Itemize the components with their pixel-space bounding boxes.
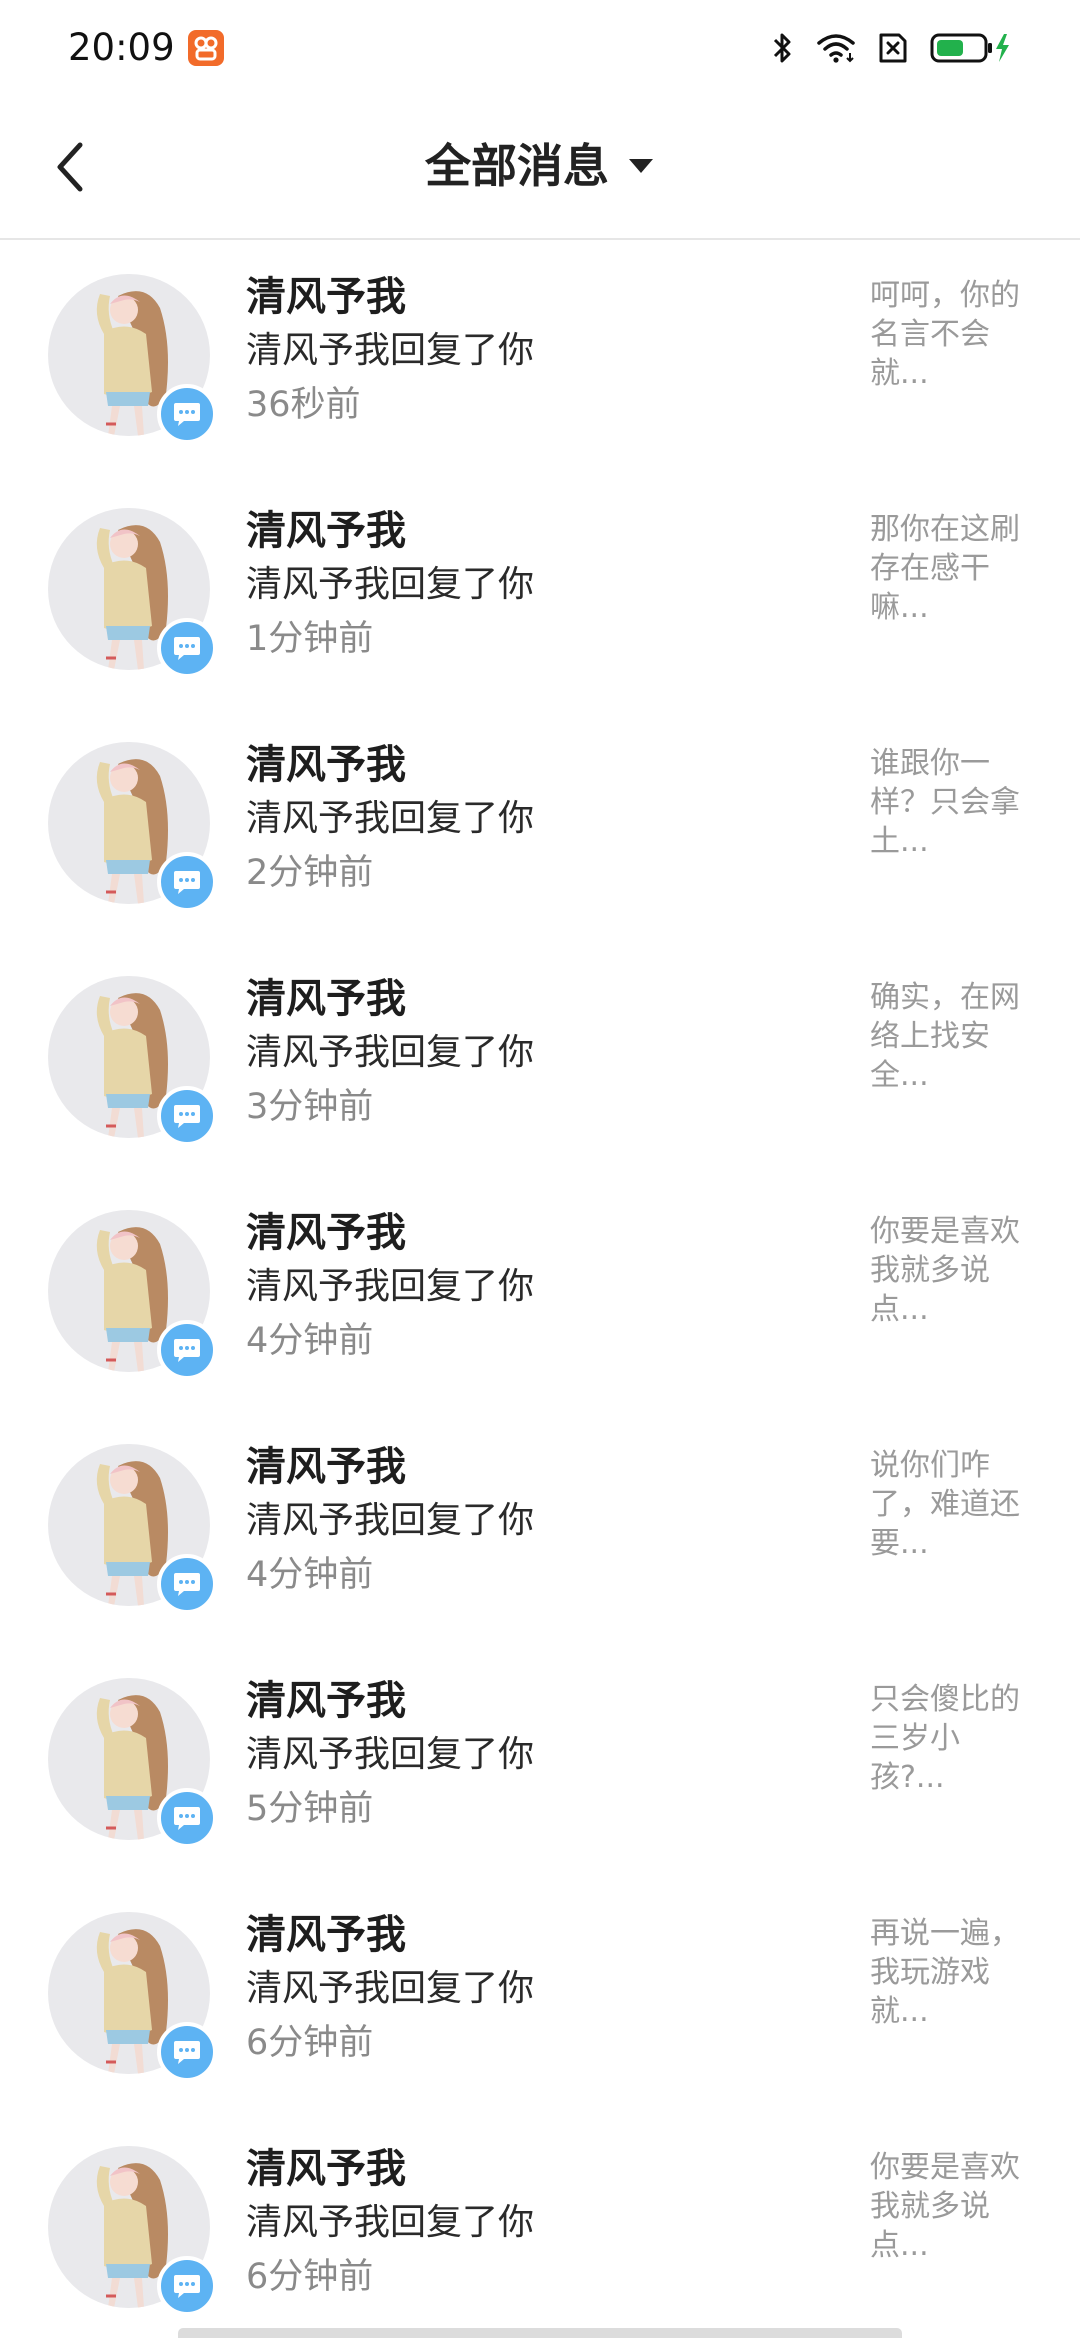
sim-off-icon: [878, 32, 908, 64]
message-timestamp: 36秒前: [246, 385, 361, 425]
message-preview: 说你们咋 了，难道还 要...: [870, 1448, 1020, 1561]
message-item[interactable]: 清风予我 清风予我回复了你 4分钟前 说你们咋 了，难道还 要...: [0, 1410, 1080, 1644]
chat-bubble-icon: [174, 1105, 200, 1128]
sender-name[interactable]: 清风予我: [246, 974, 406, 1024]
sender-name[interactable]: 清风予我: [246, 1442, 406, 1492]
sender-name[interactable]: 清风予我: [246, 506, 406, 556]
message-preview: 谁跟你一 样？只会拿 土...: [870, 746, 1020, 859]
message-item[interactable]: 清风予我 清风予我回复了你 6分钟前 再说一遍， 我玩游戏 就...: [0, 1878, 1080, 2112]
message-preview: 确实，在网 络上找安 全...: [870, 980, 1020, 1093]
chat-bubble-icon: [174, 1339, 200, 1362]
sender-name[interactable]: 清风予我: [246, 1208, 406, 1258]
status-icons: [770, 28, 1012, 68]
message-preview: 你要是喜欢 我就多说 点...: [870, 1214, 1020, 1327]
reply-badge: [157, 618, 217, 678]
message-timestamp: 6分钟前: [246, 2023, 374, 2063]
message-action-text: 清风予我回复了你: [246, 1266, 535, 1307]
message-timestamp: 6分钟前: [246, 2257, 374, 2297]
message-timestamp: 1分钟前: [246, 619, 374, 659]
reply-badge: [157, 1320, 217, 1380]
chat-bubble-icon: [174, 2041, 200, 2064]
message-action-text: 清风予我回复了你: [246, 1734, 535, 1775]
reply-badge: [157, 384, 217, 444]
message-item[interactable]: 清风予我 清风予我回复了你 5分钟前 只会傻比的 三岁小孩?...: [0, 1644, 1080, 1878]
chat-bubble-icon: [174, 2275, 200, 2298]
message-item[interactable]: 清风予我 清风予我回复了你 2分钟前 谁跟你一 样？只会拿 土...: [0, 708, 1080, 942]
chat-bubble-icon: [174, 1807, 200, 1830]
reply-badge: [157, 1554, 217, 1614]
chat-bubble-icon: [174, 871, 200, 894]
sender-name[interactable]: 清风予我: [246, 2144, 406, 2194]
message-item[interactable]: 清风予我 清风予我回复了你 3分钟前 确实，在网 络上找安 全...: [0, 942, 1080, 1176]
message-timestamp: 2分钟前: [246, 853, 374, 893]
sender-name[interactable]: 清风予我: [246, 272, 406, 322]
sender-name[interactable]: 清风予我: [246, 1676, 406, 1726]
message-action-text: 清风予我回复了你: [246, 1500, 535, 1541]
orange-app-icon: [188, 30, 224, 66]
wifi-icon: [816, 31, 856, 65]
message-timestamp: 3分钟前: [246, 1087, 374, 1127]
reply-badge: [157, 2022, 217, 2082]
bluetooth-icon: [770, 31, 794, 65]
message-action-text: 清风予我回复了你: [246, 2202, 535, 2243]
message-item[interactable]: 清风予我 清风予我回复了你 36秒前 呵呵，你的 名言不会 就...: [0, 240, 1080, 474]
top-app-bar: 全部消息: [0, 96, 1080, 240]
scroll-bottom-indicator: [178, 2328, 902, 2338]
message-action-text: 清风予我回复了你: [246, 330, 535, 371]
message-list: 清风予我 清风予我回复了你 36秒前 呵呵，你的 名言不会 就... 清风予我 …: [0, 240, 1080, 2346]
message-item[interactable]: 清风予我 清风予我回复了你 4分钟前 你要是喜欢 我就多说 点...: [0, 1176, 1080, 1410]
message-timestamp: 5分钟前: [246, 1789, 374, 1829]
message-preview: 那你在这刷 存在感干 嘛...: [870, 512, 1020, 625]
chat-bubble-icon: [174, 1573, 200, 1596]
message-action-text: 清风予我回复了你: [246, 798, 535, 839]
status-bar: 20:09: [0, 0, 1080, 96]
message-action-text: 清风予我回复了你: [246, 564, 535, 605]
message-preview: 再说一遍， 我玩游戏 就...: [870, 1916, 1020, 2029]
status-time: 20:09: [68, 26, 175, 69]
chat-bubble-icon: [174, 403, 200, 426]
page-title: 全部消息: [425, 139, 609, 193]
reply-badge: [157, 852, 217, 912]
message-preview: 只会傻比的 三岁小孩?...: [870, 1682, 1020, 1795]
sender-name[interactable]: 清风予我: [246, 1910, 406, 1960]
sender-name[interactable]: 清风予我: [246, 740, 406, 790]
message-timestamp: 4分钟前: [246, 1321, 374, 1361]
message-item[interactable]: 清风予我 清风予我回复了你 1分钟前 那你在这刷 存在感干 嘛...: [0, 474, 1080, 708]
reply-badge: [157, 1086, 217, 1146]
message-preview: 呵呵，你的 名言不会 就...: [870, 278, 1020, 391]
message-item[interactable]: 清风予我 清风予我回复了你 6分钟前 你要是喜欢 我就多说 点...: [0, 2112, 1080, 2346]
message-preview: 你要是喜欢 我就多说 点...: [870, 2150, 1020, 2263]
reply-badge: [157, 1788, 217, 1848]
message-timestamp: 4分钟前: [246, 1555, 374, 1595]
message-action-text: 清风予我回复了你: [246, 1032, 535, 1073]
chat-bubble-icon: [174, 637, 200, 660]
caret-down-icon: [629, 159, 653, 173]
message-action-text: 清风予我回复了你: [246, 1968, 535, 2009]
battery-charging-icon: [930, 32, 1012, 64]
message-filter-dropdown[interactable]: 全部消息: [0, 136, 1080, 196]
reply-badge: [157, 2256, 217, 2316]
